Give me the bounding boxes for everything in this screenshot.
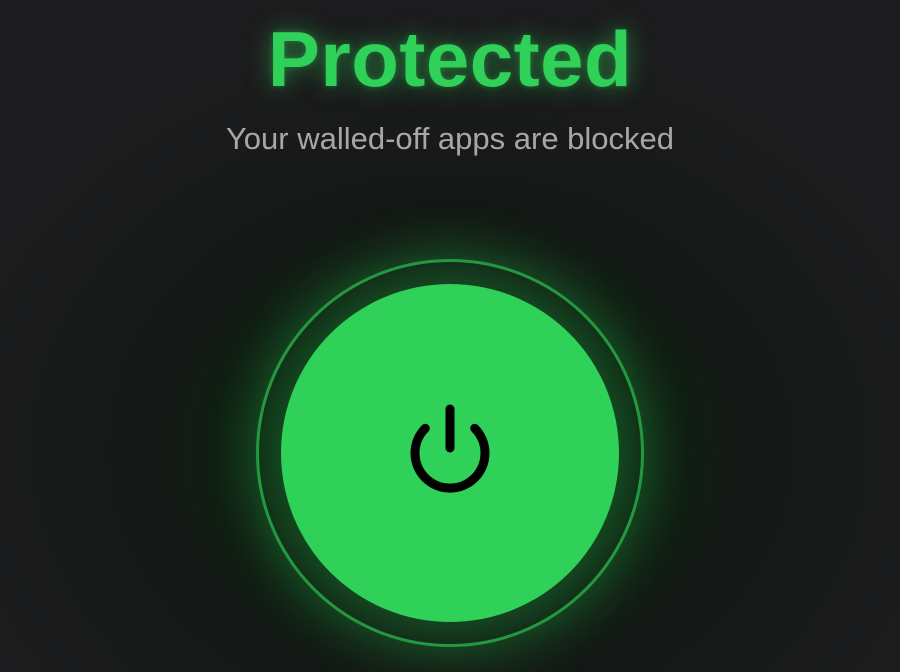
status-subtitle: Your walled-off apps are blocked [225,121,675,156]
power-toggle-button[interactable] [281,284,619,622]
power-icon [410,404,490,493]
status-title: Protected [267,15,633,103]
power-control [256,259,644,647]
